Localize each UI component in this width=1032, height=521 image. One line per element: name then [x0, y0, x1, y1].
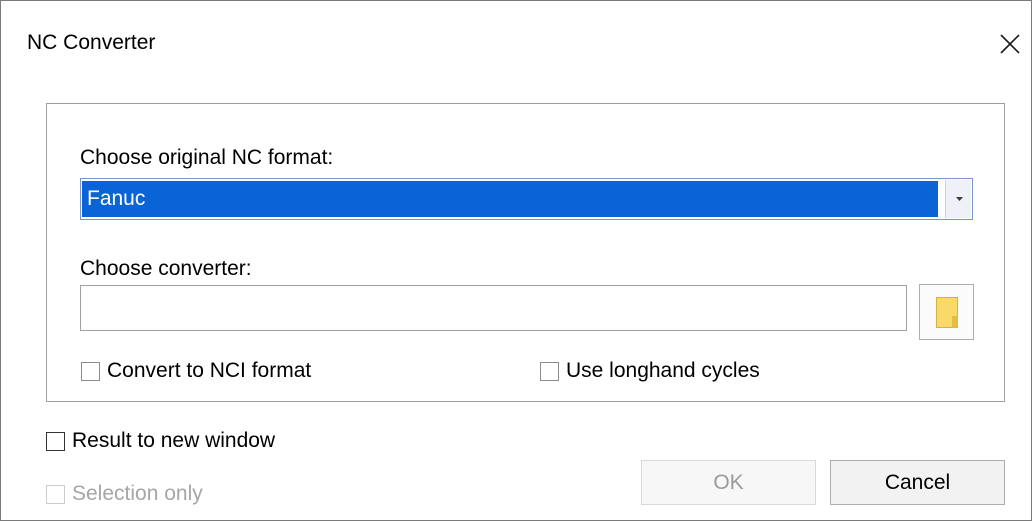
- convert-to-nci-checkbox[interactable]: Convert to NCI format: [81, 359, 311, 383]
- converter-label: Choose converter:: [80, 257, 252, 280]
- selection-only-checkbox: Selection only: [46, 482, 203, 506]
- result-to-new-window-label: Result to new window: [72, 429, 276, 452]
- folder-icon: [936, 297, 958, 328]
- nc-converter-dialog: NC Converter Choose original NC format: …: [0, 0, 1032, 521]
- checkbox-box: [46, 484, 65, 504]
- cancel-button[interactable]: Cancel: [830, 460, 1005, 505]
- nc-format-dropdown[interactable]: Fanuc: [80, 178, 973, 220]
- nc-format-selected-value: Fanuc: [82, 181, 938, 217]
- convert-to-nci-label: Convert to NCI format: [107, 359, 312, 382]
- checkbox-box[interactable]: [540, 361, 559, 381]
- converter-path-input[interactable]: [80, 285, 907, 331]
- checkbox-box[interactable]: [46, 431, 65, 451]
- browse-converter-button[interactable]: [919, 284, 974, 340]
- selection-only-label: Selection only: [72, 482, 203, 505]
- format-label: Choose original NC format:: [80, 146, 334, 169]
- use-longhand-cycles-checkbox[interactable]: Use longhand cycles: [540, 359, 760, 383]
- close-button[interactable]: [993, 27, 1027, 61]
- chevron-down-icon: [956, 197, 963, 201]
- use-longhand-cycles-label: Use longhand cycles: [566, 359, 760, 382]
- window-title: NC Converter: [27, 31, 156, 54]
- result-to-new-window-checkbox[interactable]: Result to new window: [46, 429, 275, 453]
- checkbox-box[interactable]: [81, 361, 100, 381]
- dropdown-arrow-button[interactable]: [945, 180, 971, 218]
- ok-button[interactable]: OK: [641, 460, 816, 505]
- close-icon: [1000, 34, 1020, 54]
